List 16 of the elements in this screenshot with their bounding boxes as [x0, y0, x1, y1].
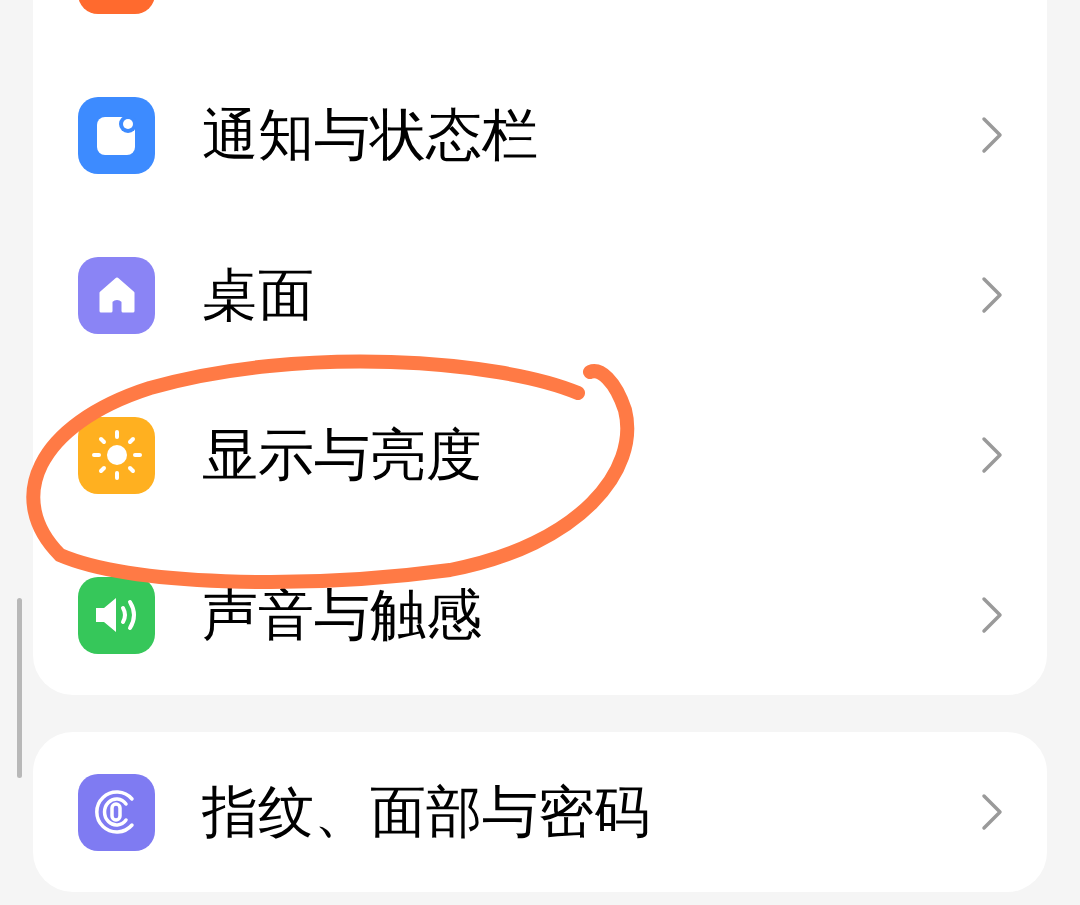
item-label: 指纹、面部与密码	[202, 784, 651, 840]
chevron-right-icon	[981, 116, 1003, 154]
settings-item[interactable]: 桌面	[33, 215, 1047, 375]
item-label: 显示与亮度	[202, 427, 483, 483]
item-label: 桌面	[202, 267, 315, 323]
settings-item[interactable]: 显示与亮度	[33, 375, 1047, 535]
item-label: 通知与状态栏	[202, 107, 539, 163]
sun-icon	[90, 429, 143, 481]
chevron-right-icon	[981, 596, 1003, 634]
chevron-right-icon	[981, 793, 1003, 831]
settings-item[interactable]: 指纹、面部与密码	[33, 732, 1047, 892]
chevron-right-icon	[981, 436, 1003, 474]
chevron-right-icon	[981, 276, 1003, 314]
settings-item[interactable]: 声音与触感	[33, 535, 1047, 695]
item-label: 声音与触感	[202, 587, 483, 643]
settings-item[interactable]: 通知与状态栏	[33, 55, 1047, 215]
